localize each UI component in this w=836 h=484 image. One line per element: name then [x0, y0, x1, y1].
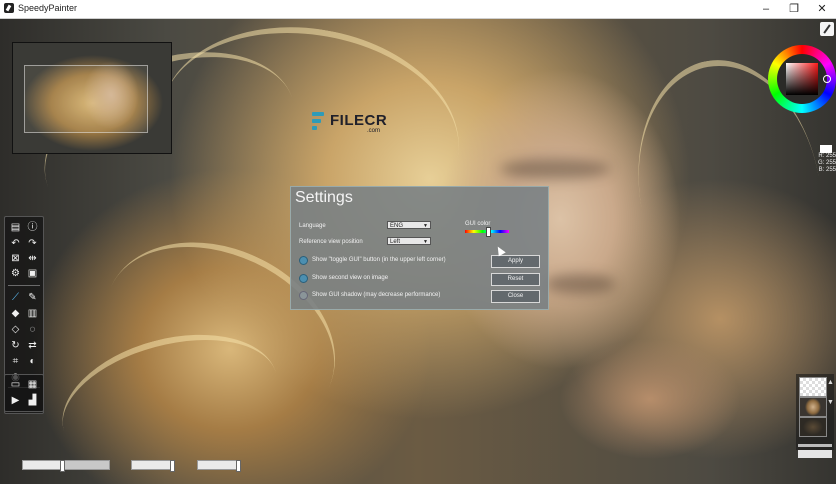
maximize-button[interactable]: ❐ — [780, 0, 808, 18]
info-icon[interactable]: ⓘ — [25, 221, 40, 235]
language-label: Language — [299, 223, 326, 229]
app-logo-icon — [4, 3, 14, 13]
layers-panel: ▲ ▼ — [796, 374, 834, 450]
pencil-icon[interactable]: ✎ — [25, 291, 40, 305]
red-value: R: 255 — [818, 153, 836, 159]
filecr-logo-icon — [312, 112, 326, 132]
lips-shadow — [545, 274, 615, 294]
opacity-fill — [132, 461, 170, 469]
layer-thumbnail-portrait[interactable] — [799, 397, 827, 417]
brush-icon[interactable] — [820, 22, 834, 36]
play-icon[interactable]: ▶ — [8, 394, 23, 408]
layer-thumbnail-dark[interactable] — [799, 417, 827, 437]
reset-button[interactable]: Reset — [491, 273, 540, 286]
brush-tool-icon[interactable]: ⟋ — [8, 291, 23, 305]
hue-cursor[interactable] — [823, 75, 831, 83]
layer-opacity-slider[interactable] — [798, 444, 832, 447]
contrast-icon[interactable]: ◐ — [25, 355, 40, 369]
title-bar: SpeedyPainter – ❐ ✕ — [0, 0, 836, 19]
close-button[interactable]: Close — [491, 290, 540, 303]
reference-position-select[interactable]: Left ▼ — [387, 237, 431, 245]
language-select[interactable]: ENG ▼ — [387, 221, 431, 229]
saturation-value-square[interactable] — [786, 63, 818, 95]
watermark-sub: .com — [367, 128, 381, 134]
gradient-icon[interactable]: ▥ — [25, 307, 40, 321]
save-icon[interactable]: ▦ — [25, 378, 40, 392]
brush-size-knob[interactable] — [60, 460, 65, 472]
gui-color-knob[interactable] — [486, 227, 491, 237]
language-select-value: ENG — [390, 223, 404, 229]
blur-icon[interactable]: ◌ — [25, 323, 40, 337]
redo-icon[interactable]: ↷ — [25, 237, 40, 251]
layer-actions-bar[interactable] — [798, 450, 832, 458]
opacity-knob[interactable] — [170, 460, 175, 472]
undo-icon[interactable]: ↶ — [8, 237, 23, 251]
color-wheel[interactable] — [768, 45, 836, 113]
reference-viewport-frame[interactable] — [24, 65, 148, 133]
crop-icon[interactable]: ⌗ — [8, 355, 23, 369]
resize-icon[interactable]: ⊠ — [8, 252, 23, 266]
flow-slider[interactable] — [197, 460, 241, 472]
layer-down-icon[interactable]: ▼ — [827, 399, 834, 406]
flow-fill — [198, 461, 236, 469]
settings-title: Settings — [295, 189, 353, 206]
eraser-icon[interactable]: ◇ — [8, 323, 23, 337]
minimize-button[interactable]: – — [752, 0, 780, 18]
green-value: G: 255 — [817, 160, 836, 166]
settings-dialog: Settings Language ENG ▼ GUI color Refere… — [290, 186, 549, 310]
toggle-gui-button-checkbox[interactable] — [299, 256, 308, 265]
image-size-icon[interactable]: ▣ — [25, 267, 40, 281]
export-icon[interactable]: ▟ — [25, 394, 40, 408]
reference-position-value: Left — [390, 239, 401, 245]
color-readout: R: 255 G: 255 B: 255 — [812, 153, 836, 174]
mirror-icon[interactable]: ⇄ — [25, 339, 40, 353]
reference-view[interactable] — [12, 42, 172, 154]
opacity-slider[interactable] — [131, 460, 175, 472]
second-view-checkbox[interactable] — [299, 274, 308, 283]
fill-bucket-icon[interactable]: ◆ — [8, 307, 23, 321]
close-window-button[interactable]: ✕ — [808, 0, 836, 18]
apply-button[interactable]: Apply — [491, 255, 540, 268]
file-panel: ▭ ▦ ▶ ▟ — [4, 374, 44, 412]
layer-up-icon[interactable]: ▲ — [827, 379, 834, 386]
toolbar-separator — [8, 285, 40, 286]
window-title: SpeedyPainter — [18, 3, 78, 13]
chevron-down-icon: ▼ — [423, 223, 428, 229]
brush-size-fill — [23, 461, 61, 469]
settings-gear-icon[interactable]: ⚙ — [8, 267, 23, 281]
blue-value: B: 255 — [818, 167, 836, 173]
chevron-down-icon: ▼ — [423, 239, 428, 245]
toggle-gui-button-label: Show "toggle GUI" button (in the upper l… — [312, 257, 446, 263]
gui-shadow-label: Show GUI shadow (may decrease performanc… — [312, 292, 441, 298]
new-file-icon[interactable]: ▤ — [8, 221, 23, 235]
layer-thumbnail-transparent[interactable] — [799, 377, 827, 397]
second-view-label: Show second view on image — [312, 275, 389, 281]
flip-icon[interactable]: ⇹ — [25, 252, 40, 266]
closed-eyes-shadow — [500, 159, 610, 179]
watermark-brand: FILECR — [330, 112, 388, 129]
open-folder-icon[interactable]: ▭ — [8, 378, 23, 392]
flow-knob[interactable] — [236, 460, 241, 472]
rotate-icon[interactable]: ↻ — [8, 339, 23, 353]
reference-position-label: Reference view position — [299, 239, 363, 245]
gui-shadow-checkbox[interactable] — [299, 291, 308, 300]
brush-size-slider[interactable] — [22, 460, 110, 472]
current-color-swatch — [820, 145, 832, 153]
